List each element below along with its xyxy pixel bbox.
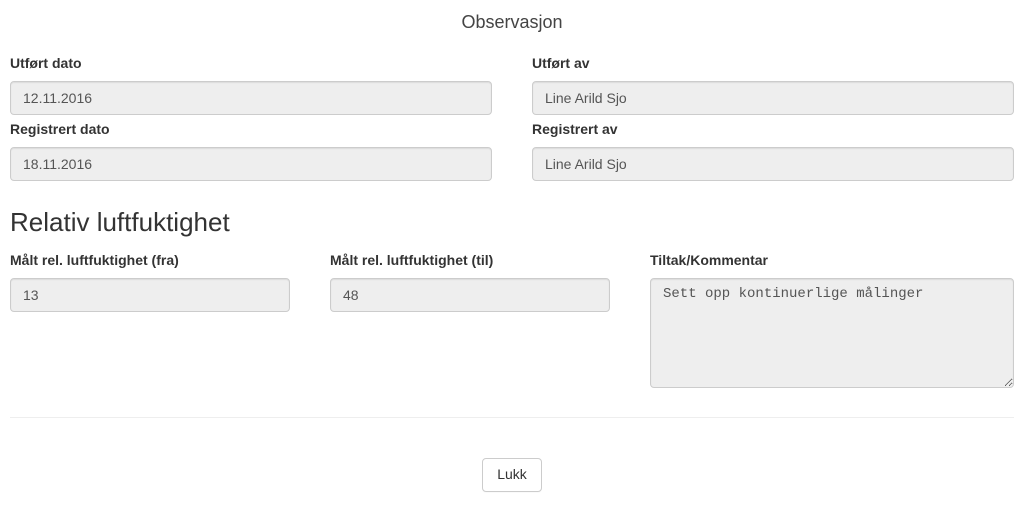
actions-bar: Lukk	[10, 458, 1014, 492]
registered-date-field	[10, 147, 492, 181]
close-button[interactable]: Lukk	[482, 458, 542, 492]
section-divider	[10, 417, 1014, 418]
humidity-row: Målt rel. luftfuktighet (fra) Målt rel. …	[10, 252, 1014, 391]
registered-by-field	[532, 147, 1014, 181]
performed-date-label: Utført dato	[10, 55, 492, 71]
humidity-from-col: Målt rel. luftfuktighet (fra)	[10, 252, 290, 312]
performed-date-field	[10, 81, 492, 115]
humidity-comment-label: Tiltak/Kommentar	[650, 252, 1014, 268]
performed-by-label: Utført av	[532, 55, 1014, 71]
performed-by-field	[532, 81, 1014, 115]
page-title: Observasjon	[10, 12, 1014, 33]
meta-right-col: Utført av Registrert av	[532, 55, 1014, 181]
humidity-from-label: Målt rel. luftfuktighet (fra)	[10, 252, 290, 268]
humidity-to-field	[330, 278, 610, 312]
registered-by-label: Registrert av	[532, 121, 1014, 137]
observation-page: Observasjon Utført dato Registrert dato …	[0, 12, 1024, 522]
humidity-from-field	[10, 278, 290, 312]
humidity-comment-col: Tiltak/Kommentar	[650, 252, 1014, 391]
section-humidity-title: Relativ luftfuktighet	[10, 207, 1014, 238]
humidity-comment-field	[650, 278, 1014, 388]
meta-left-col: Utført dato Registrert dato	[10, 55, 492, 181]
humidity-to-col: Målt rel. luftfuktighet (til)	[330, 252, 610, 312]
humidity-to-label: Målt rel. luftfuktighet (til)	[330, 252, 610, 268]
registered-date-label: Registrert dato	[10, 121, 492, 137]
meta-row: Utført dato Registrert dato Utført av Re…	[10, 55, 1014, 181]
